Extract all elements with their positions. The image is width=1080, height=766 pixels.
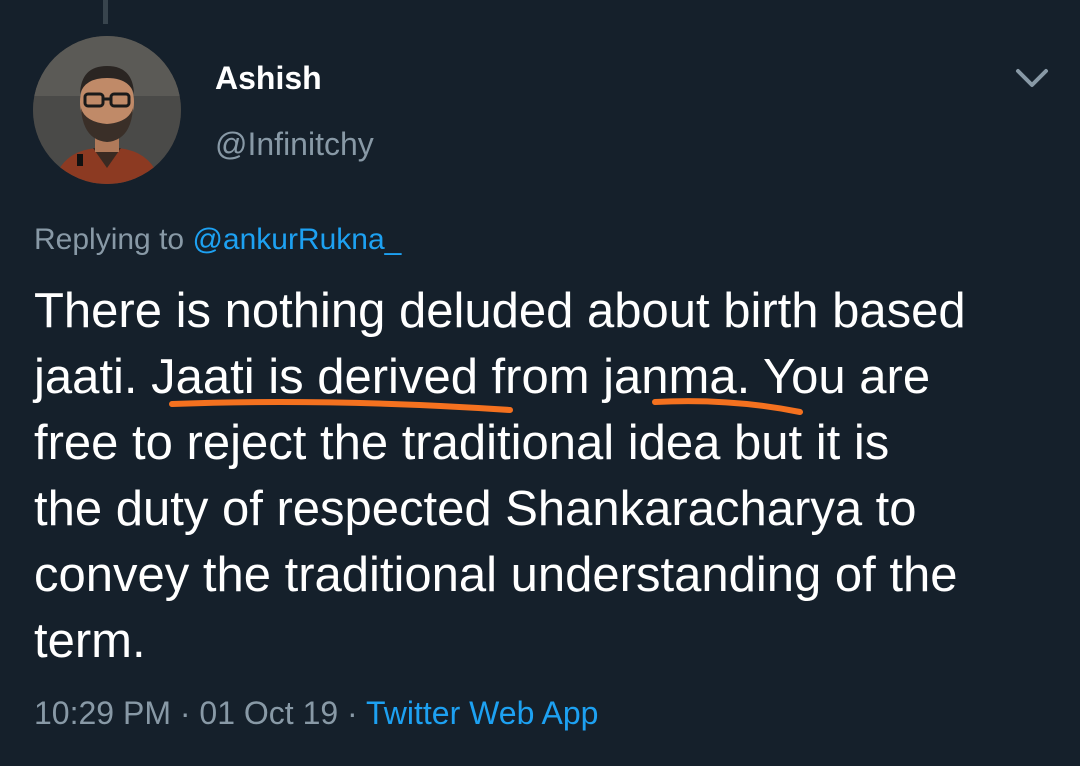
tweet-text-line: There is nothing deluded about birth bas… bbox=[34, 284, 966, 338]
tweet-meta: 10:29 PM · 01 Oct 19 · Twitter Web App bbox=[34, 693, 598, 733]
avatar[interactable] bbox=[33, 36, 181, 184]
tweet-text-line: jaati. Jaati is derived from janma. You … bbox=[34, 350, 931, 404]
avatar-photo bbox=[33, 36, 181, 184]
tweet-text: There is nothing deluded about birth bas… bbox=[34, 278, 1054, 674]
replying-to-handle-link[interactable]: @ankurRukna_ bbox=[192, 223, 401, 256]
tweet-text-line: free to reject the traditional idea but … bbox=[34, 416, 890, 470]
tweet-time[interactable]: 10:29 PM bbox=[34, 695, 171, 731]
meta-separator: · bbox=[347, 695, 358, 731]
tweet-text-line: convey the traditional understanding of … bbox=[34, 548, 958, 602]
tweet-text-line: term. bbox=[34, 614, 146, 668]
chevron-down-icon bbox=[1016, 69, 1048, 87]
meta-separator: · bbox=[179, 695, 191, 731]
tweet-source-link[interactable]: Twitter Web App bbox=[366, 695, 598, 731]
replying-to-line: Replying to @ankurRukna_ bbox=[34, 220, 401, 260]
author-handle[interactable]: @Infinitchy bbox=[215, 124, 374, 164]
thread-connector-line bbox=[103, 0, 108, 24]
tweet-date[interactable]: 01 Oct 19 bbox=[199, 695, 338, 731]
more-options-button[interactable] bbox=[1012, 58, 1052, 98]
tweet-text-line: the duty of respected Shankaracharya to bbox=[34, 482, 917, 536]
replying-to-label: Replying to bbox=[34, 223, 193, 256]
author-display-name[interactable]: Ashish bbox=[215, 58, 322, 98]
